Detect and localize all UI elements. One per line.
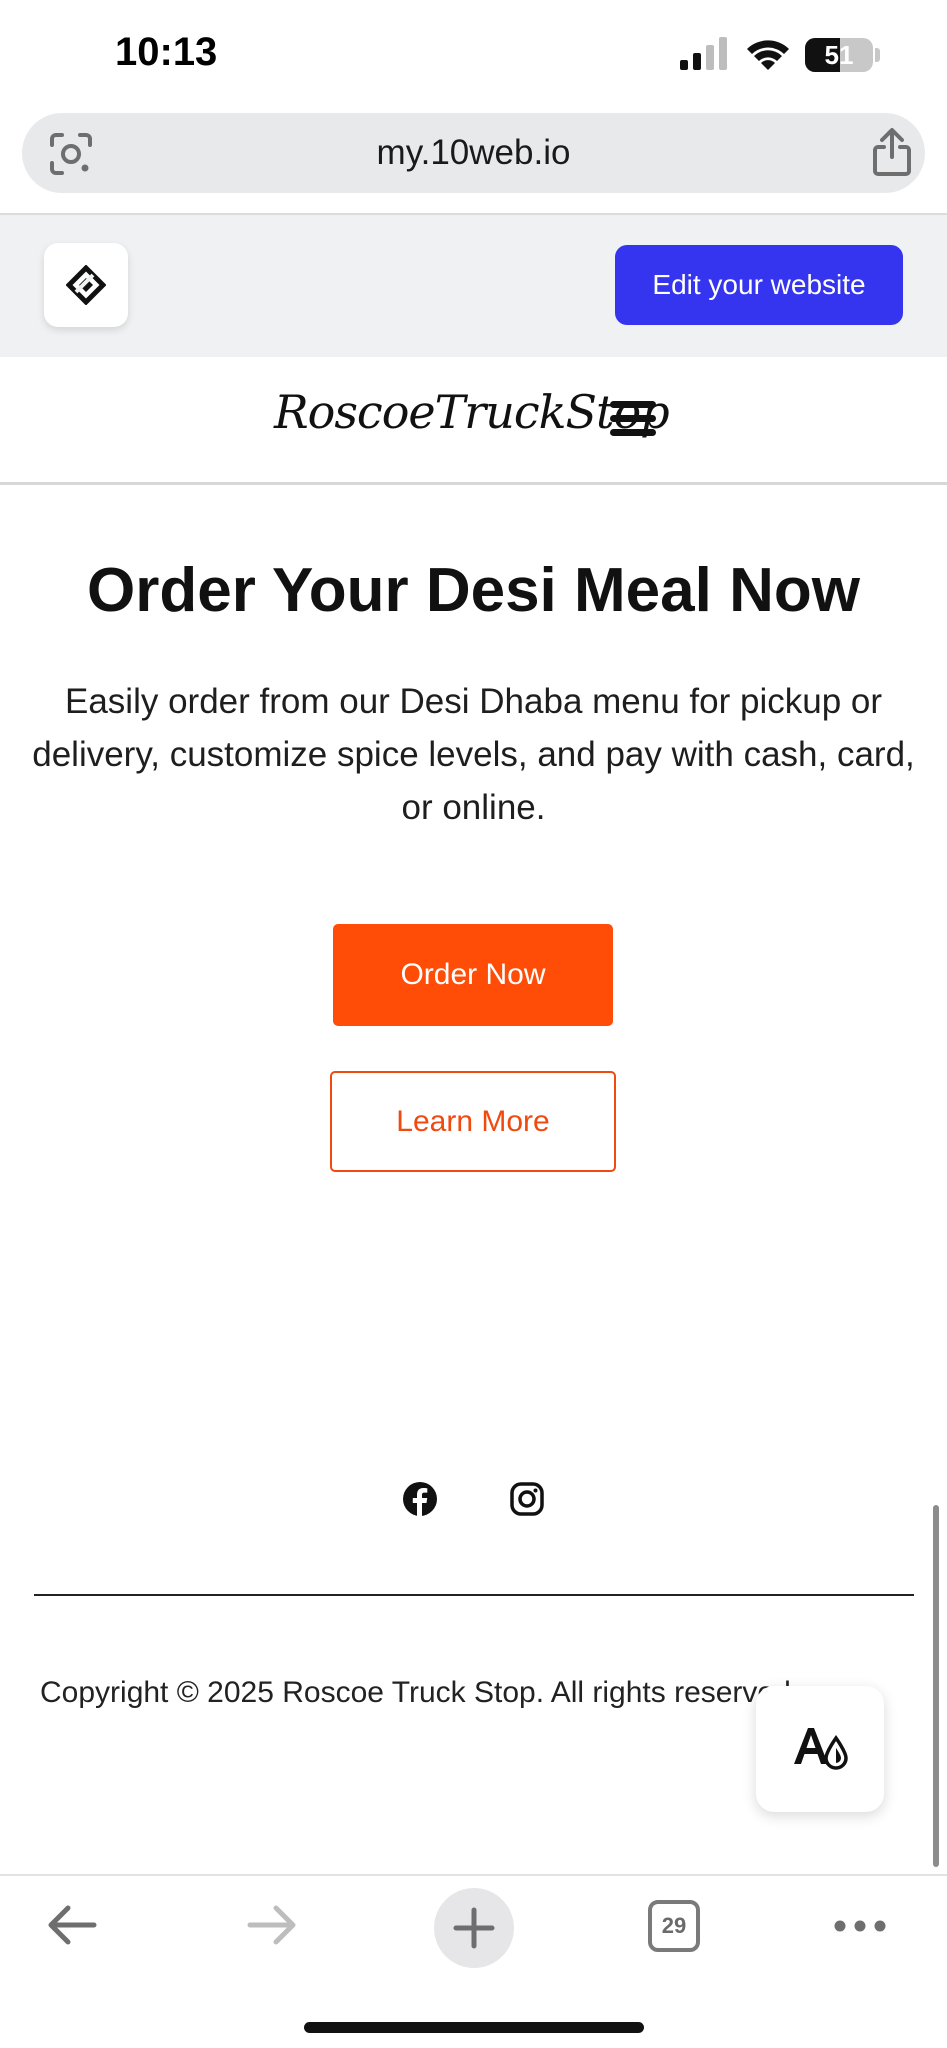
battery-level: 51 bbox=[824, 39, 854, 70]
status-time: 10:13 bbox=[115, 30, 218, 74]
forward-arrow-icon[interactable] bbox=[244, 1900, 300, 1950]
share-icon[interactable] bbox=[870, 127, 914, 177]
facebook-icon[interactable] bbox=[402, 1481, 438, 1517]
plus-icon bbox=[453, 1907, 495, 1949]
status-bar: 10:13 51 bbox=[0, 0, 947, 110]
edit-website-button[interactable]: Edit your website bbox=[615, 245, 903, 325]
accessibility-button[interactable] bbox=[756, 1686, 884, 1812]
page-title: Order Your Desi Meal Now bbox=[87, 556, 860, 625]
scrollbar[interactable] bbox=[933, 1505, 939, 1867]
instagram-icon[interactable] bbox=[509, 1481, 545, 1517]
new-tab-button[interactable] bbox=[434, 1888, 514, 1968]
builder-toolbar: Edit your website bbox=[0, 215, 947, 357]
address-bar[interactable]: my.10web.io bbox=[22, 113, 925, 193]
more-icon[interactable] bbox=[832, 1918, 888, 1934]
site-header: RoscoeTruckStop bbox=[0, 357, 947, 485]
home-indicator bbox=[304, 2022, 644, 2033]
battery-indicator: 51 bbox=[805, 38, 873, 72]
order-now-button[interactable]: Order Now bbox=[333, 924, 613, 1026]
back-arrow-icon[interactable] bbox=[44, 1900, 100, 1950]
tab-count-button[interactable]: 29 bbox=[648, 1900, 700, 1952]
accessibility-icon bbox=[794, 1728, 848, 1770]
browser-toolbar: 29 bbox=[0, 1874, 947, 2048]
tenweb-logo-button[interactable] bbox=[44, 243, 128, 327]
learn-more-button[interactable]: Learn More bbox=[330, 1071, 616, 1172]
tenweb-logo-icon bbox=[66, 265, 106, 305]
hamburger-menu-icon[interactable] bbox=[610, 401, 656, 437]
wifi-icon bbox=[747, 40, 789, 70]
url-text[interactable]: my.10web.io bbox=[22, 113, 925, 193]
footer-divider bbox=[34, 1594, 914, 1596]
battery-cap bbox=[875, 48, 880, 62]
signal-icon bbox=[680, 37, 727, 70]
hero-description: Easily order from our Desi Dhaba menu fo… bbox=[32, 682, 915, 827]
